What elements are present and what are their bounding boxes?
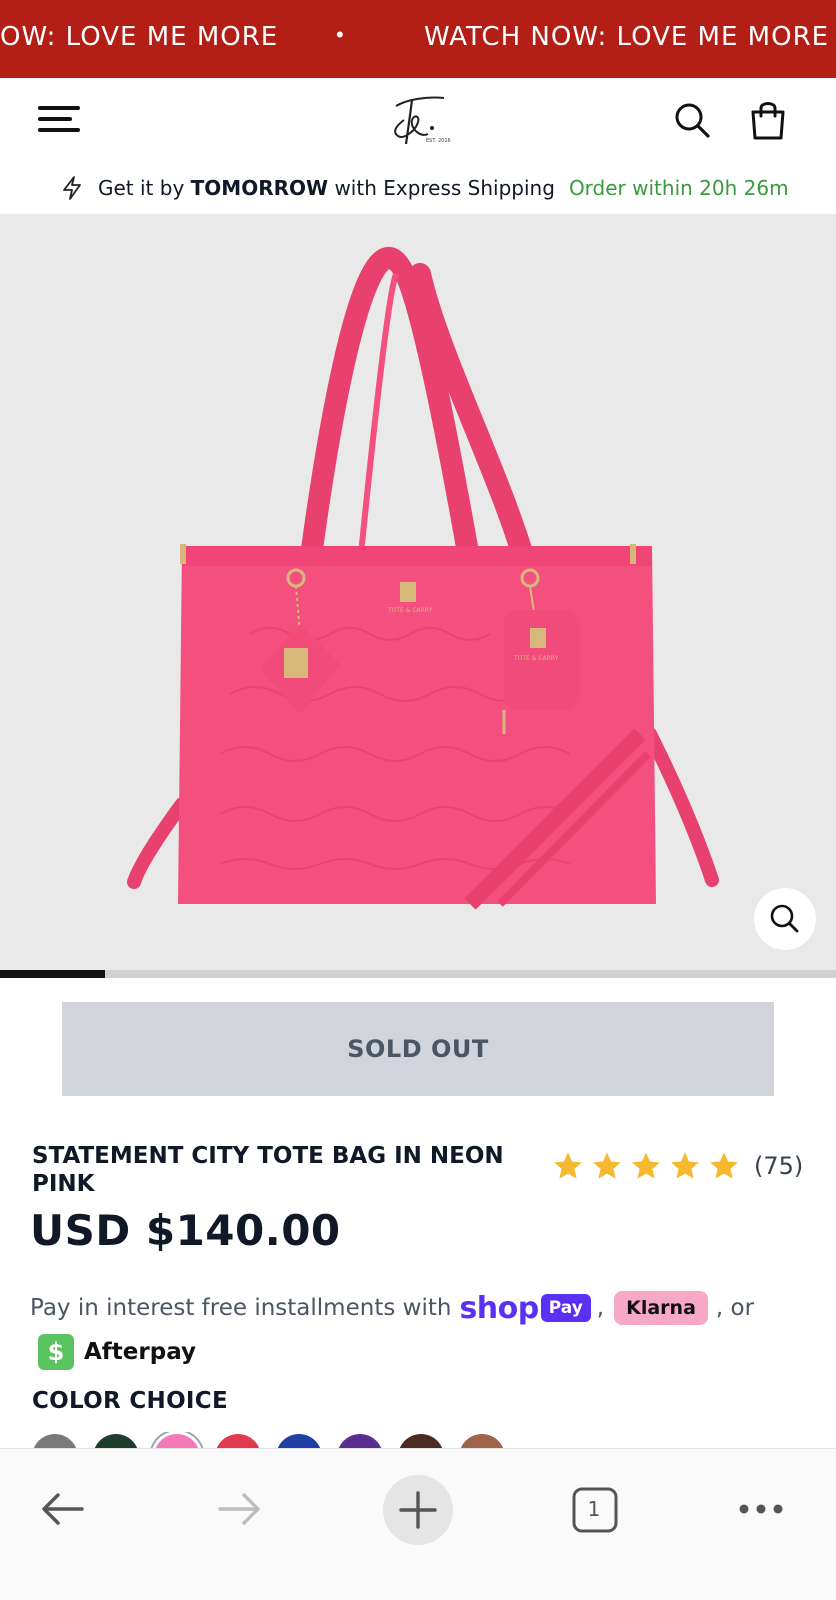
color-choice-heading: COLOR CHOICE	[32, 1388, 228, 1414]
product-image[interactable]: TOTE & CARRY TOTE & CARRY	[0, 214, 836, 970]
product-rating[interactable]: (75)	[552, 1150, 803, 1182]
product-image-gallery[interactable]: TOTE & CARRY TOTE & CARRY	[0, 214, 836, 970]
product-title: STATEMENT CITY TOTE BAG IN NEON PINK	[32, 1143, 504, 1197]
express-shipping-banner: Get it by TOMORROW with Express Shipping…	[60, 168, 820, 208]
more-dots-icon[interactable]	[738, 1501, 784, 1517]
shipping-prefix: Get it by	[98, 176, 185, 200]
star-icon	[671, 1152, 699, 1179]
klarna-badge[interactable]: Klarna	[614, 1291, 708, 1325]
color-swatch[interactable]	[459, 1434, 505, 1448]
afterpay-label[interactable]: Afterpay	[84, 1339, 196, 1365]
back-arrow-icon[interactable]	[38, 1489, 86, 1529]
shipping-countdown: Order within 20h 26m	[568, 176, 789, 200]
svg-text:TOTE & CARRY: TOTE & CARRY	[387, 607, 433, 614]
color-swatch[interactable]	[32, 1434, 78, 1448]
brand-logo[interactable]: EST. 2016	[382, 86, 452, 156]
shipping-highlight: TOMORROW	[190, 176, 329, 200]
svg-text:EST. 2016: EST. 2016	[426, 138, 451, 144]
shipping-suffix: with Express Shipping	[334, 176, 555, 200]
zoom-icon[interactable]	[754, 888, 816, 950]
announcement-separator: •	[336, 22, 344, 47]
announcement-text-left[interactable]: OW: LOVE ME MORE	[0, 22, 278, 52]
star-icon	[710, 1152, 738, 1179]
color-swatch[interactable]	[276, 1434, 322, 1448]
color-swatch[interactable]	[337, 1434, 383, 1448]
gallery-progress-bar	[0, 970, 836, 978]
color-swatch[interactable]	[215, 1434, 261, 1448]
shop-pay-logo[interactable]: shop	[459, 1291, 539, 1326]
afterpay-icon[interactable]: $	[38, 1334, 74, 1370]
search-icon[interactable]	[672, 100, 712, 140]
forward-arrow-icon[interactable]	[216, 1489, 264, 1529]
star-icon	[632, 1152, 660, 1179]
gallery-progress-fill	[0, 970, 105, 978]
announcement-bar[interactable]: OW: LOVE ME MORE • WATCH NOW: LOVE ME MO…	[0, 0, 836, 78]
installments-comma: ,	[596, 1295, 605, 1321]
installments-or: , or	[715, 1295, 755, 1321]
rating-stars[interactable]	[552, 1150, 740, 1182]
installments-info: Pay in interest free installments with s…	[30, 1290, 820, 1372]
installments-text: Pay in interest free installments with	[30, 1295, 452, 1321]
site-header: EST. 2016	[0, 78, 836, 164]
review-count[interactable]: (75)	[754, 1152, 803, 1180]
color-swatch[interactable]	[93, 1434, 139, 1448]
sold-out-button[interactable]: SOLD OUT	[62, 1002, 774, 1096]
browser-toolbar: 1	[0, 1448, 836, 1600]
announcement-text-right[interactable]: WATCH NOW: LOVE ME MORE	[424, 22, 829, 52]
hamburger-menu-icon[interactable]	[38, 104, 80, 134]
plus-icon[interactable]	[383, 1475, 453, 1545]
color-swatch[interactable]	[154, 1434, 200, 1448]
zoom-button[interactable]	[754, 888, 816, 950]
star-icon	[554, 1152, 582, 1179]
shopping-bag-icon[interactable]	[748, 98, 788, 142]
star-icon	[593, 1152, 621, 1179]
new-tab-button[interactable]	[383, 1475, 453, 1545]
product-price: USD $140.00	[30, 1206, 341, 1255]
lightning-bolt-icon	[63, 176, 81, 200]
shop-pay-badge[interactable]: Pay	[540, 1294, 591, 1322]
color-swatches	[32, 1432, 832, 1448]
color-swatch[interactable]	[398, 1434, 444, 1448]
svg-text:TOTE & CARRY: TOTE & CARRY	[513, 655, 559, 662]
tab-count: 1	[587, 1497, 601, 1521]
tabs-button[interactable]: 1	[572, 1487, 618, 1533]
